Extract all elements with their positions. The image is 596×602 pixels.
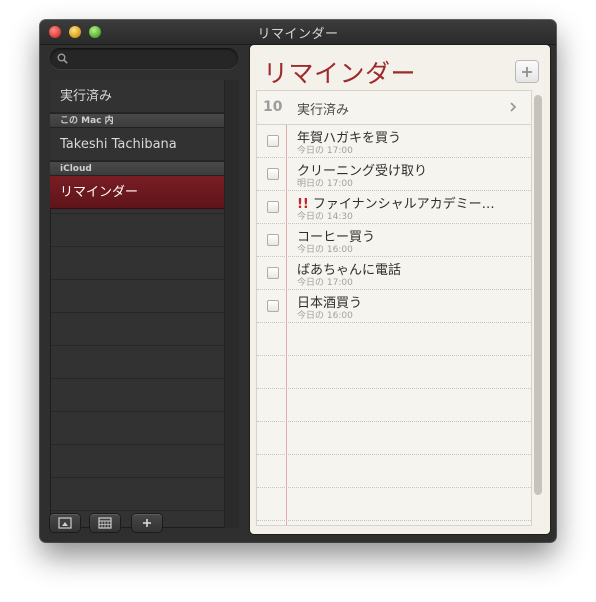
sidebar-item-label: 実行済み bbox=[60, 89, 113, 104]
completed-count: 10 bbox=[263, 99, 283, 115]
sidebar: 実行済み この Mac 内 Takeshi Tachibana iCloud リ… bbox=[48, 44, 240, 534]
reminder-list: 10 実行済み 年賀ハガキを買う 今日の 17:00 クリーニング受け取り 明日… bbox=[256, 90, 532, 526]
sidebar-item-label: リマインダー bbox=[60, 185, 139, 200]
section-header-icloud: iCloud bbox=[50, 161, 224, 176]
checkbox[interactable] bbox=[267, 300, 279, 312]
checkbox[interactable] bbox=[267, 135, 279, 147]
add-list-button[interactable] bbox=[132, 514, 162, 532]
divider bbox=[257, 454, 531, 455]
reminder-list-pane: リマインダー 10 実行済み 年賀ハガキを買う 今日の 17:00 クリーニング… bbox=[250, 45, 550, 534]
sidebar-item-account[interactable]: Takeshi Tachibana bbox=[50, 128, 224, 161]
calendar-button[interactable] bbox=[90, 514, 120, 532]
sidebar-item-reminders[interactable]: リマインダー bbox=[50, 176, 224, 209]
window-title: リマインダー bbox=[257, 27, 339, 42]
info-panel-icon bbox=[58, 517, 72, 529]
show-info-button[interactable] bbox=[50, 514, 80, 532]
lists-panel: 実行済み この Mac 内 Takeshi Tachibana iCloud リ… bbox=[50, 80, 239, 528]
search-icon bbox=[57, 53, 68, 64]
checkbox[interactable] bbox=[267, 168, 279, 180]
reminder-due: 今日の 17:00 bbox=[297, 278, 353, 288]
list-item[interactable]: 年賀ハガキを買う 今日の 17:00 bbox=[257, 124, 531, 157]
title-bar[interactable]: リマインダー bbox=[40, 20, 556, 45]
plus-icon bbox=[522, 67, 532, 77]
divider bbox=[257, 388, 531, 389]
list-item[interactable]: コーヒー買う 今日の 16:00 bbox=[257, 223, 531, 256]
divider bbox=[257, 355, 531, 356]
sidebar-scrollbar[interactable] bbox=[224, 80, 239, 528]
list-item[interactable]: 日本酒買う 今日の 16:00 bbox=[257, 289, 531, 322]
reminder-due: 今日の 17:00 bbox=[297, 146, 353, 156]
chevron-right-icon[interactable] bbox=[509, 102, 517, 112]
list-item[interactable]: ばあちゃんに電話 今日の 17:00 bbox=[257, 256, 531, 289]
list-item[interactable]: クリーニング受け取り 明日の 17:00 bbox=[257, 157, 531, 190]
reminder-due: 今日の 16:00 bbox=[297, 245, 353, 255]
plus-icon bbox=[143, 519, 151, 527]
add-reminder-button[interactable] bbox=[516, 61, 538, 82]
divider bbox=[257, 421, 531, 422]
section-header-mac: この Mac 内 bbox=[50, 113, 224, 128]
reminder-due: 明日の 17:00 bbox=[297, 179, 353, 189]
divider bbox=[257, 322, 531, 323]
completed-label: 実行済み bbox=[297, 103, 350, 118]
search-field[interactable] bbox=[50, 48, 238, 69]
checkbox[interactable] bbox=[267, 267, 279, 279]
sidebar-item-label: Takeshi Tachibana bbox=[60, 137, 177, 152]
checkbox[interactable] bbox=[267, 234, 279, 246]
sidebar-item-completed[interactable]: 実行済み bbox=[50, 80, 224, 113]
sidebar-toolbar bbox=[48, 514, 240, 536]
completed-row[interactable]: 10 実行済み bbox=[257, 91, 531, 124]
checkbox[interactable] bbox=[267, 201, 279, 213]
reminder-due: 今日の 16:00 bbox=[297, 311, 353, 321]
reminder-due: 今日の 14:30 bbox=[297, 212, 353, 222]
reminders-window: リマインダー 実行済み この Mac 内 Takeshi Tachibana i… bbox=[40, 20, 556, 542]
list-scrollbar[interactable] bbox=[534, 95, 542, 495]
list-item[interactable]: !! ファイナンシャルアカデミー… 今日の 14:30 bbox=[257, 190, 531, 223]
calendar-icon bbox=[98, 517, 112, 529]
page-title: リマインダー bbox=[263, 59, 417, 88]
divider bbox=[257, 520, 531, 521]
divider bbox=[257, 487, 531, 488]
